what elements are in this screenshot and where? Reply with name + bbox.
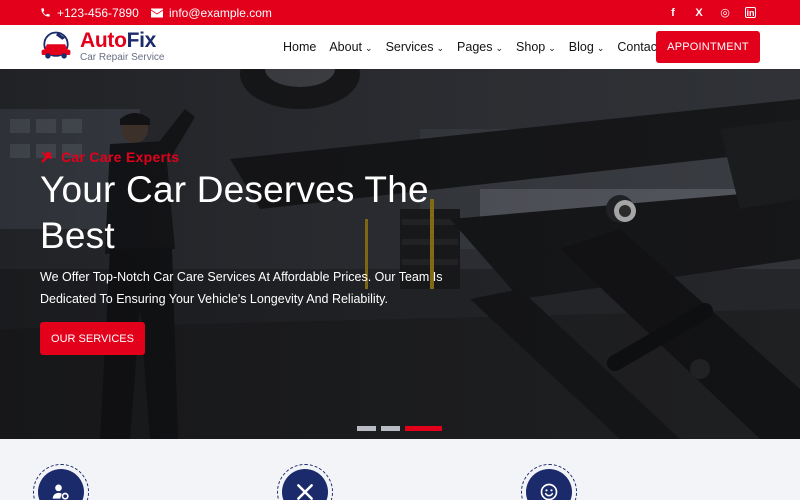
- nav-blog[interactable]: Blog ⌄: [569, 40, 605, 54]
- hero-slider: Car Care Experts Your Car Deserves The B…: [0, 69, 800, 439]
- smile-icon: [540, 483, 558, 500]
- top-bar: +123-456-7890 info@example.com f X ◎ in: [0, 0, 800, 25]
- brand-tagline: Car Repair Service: [80, 51, 165, 63]
- chevron-down-icon: ⌄: [436, 42, 445, 53]
- email-contact[interactable]: info@example.com: [151, 0, 272, 25]
- appointment-button[interactable]: APPOINTMENT: [656, 31, 760, 63]
- brand-name: AutoFix: [80, 28, 157, 52]
- nav-about[interactable]: About ⌄: [329, 40, 372, 54]
- phone-contact[interactable]: +123-456-7890: [40, 0, 139, 25]
- main-header: AutoFix Car Repair Service Home About ⌄ S…: [0, 25, 800, 69]
- chevron-down-icon: ⌄: [548, 42, 556, 53]
- slider-dot-3-active[interactable]: [405, 426, 442, 431]
- wrench-screwdriver-icon: [41, 151, 53, 163]
- nav-shop[interactable]: Shop ⌄: [516, 40, 556, 54]
- chevron-down-icon: ⌄: [495, 42, 504, 53]
- site-logo[interactable]: AutoFix Car Repair Service: [38, 29, 164, 63]
- slider-pagination: [357, 426, 442, 431]
- feature-icon-3: [521, 464, 577, 500]
- slider-dot-1[interactable]: [357, 426, 376, 431]
- linkedin-icon[interactable]: in: [745, 7, 756, 18]
- nav-home[interactable]: Home: [283, 40, 316, 54]
- hero-eyebrow: Car Care Experts: [40, 149, 179, 165]
- feature-icon-1: [33, 464, 89, 500]
- email-address: info@example.com: [169, 5, 272, 20]
- feature-icon-2: [277, 464, 333, 500]
- chevron-down-icon: ⌄: [365, 42, 373, 53]
- our-services-button[interactable]: OUR SERVICES: [40, 322, 145, 355]
- car-logo-icon: [41, 31, 71, 59]
- hero-headline: Your Car Deserves The Best: [40, 169, 429, 256]
- instagram-icon[interactable]: ◎: [719, 7, 731, 19]
- hero-eyebrow-text: Car Care Experts: [61, 149, 180, 165]
- facebook-icon[interactable]: f: [667, 7, 679, 19]
- main-nav: Home About ⌄ Services ⌄ Pages ⌄ Shop ⌄ Blog ⌄…: [283, 25, 660, 69]
- x-twitter-icon[interactable]: X: [693, 7, 705, 19]
- settings-user-icon: [52, 484, 69, 500]
- tools-icon: [297, 484, 313, 500]
- chevron-down-icon: ⌄: [596, 42, 605, 53]
- phone-icon: [41, 8, 50, 17]
- hero-subtext: We Offer Top-Notch Car Care Services At …: [40, 270, 443, 306]
- phone-number: +123-456-7890: [57, 5, 139, 20]
- nav-pages[interactable]: Pages ⌄: [457, 40, 503, 54]
- nav-services[interactable]: Services ⌄: [386, 40, 444, 54]
- slider-dot-2[interactable]: [381, 426, 400, 431]
- nav-contact[interactable]: Contact: [617, 40, 660, 54]
- social-links: f X ◎ in: [667, 0, 756, 25]
- envelope-icon: [151, 8, 163, 17]
